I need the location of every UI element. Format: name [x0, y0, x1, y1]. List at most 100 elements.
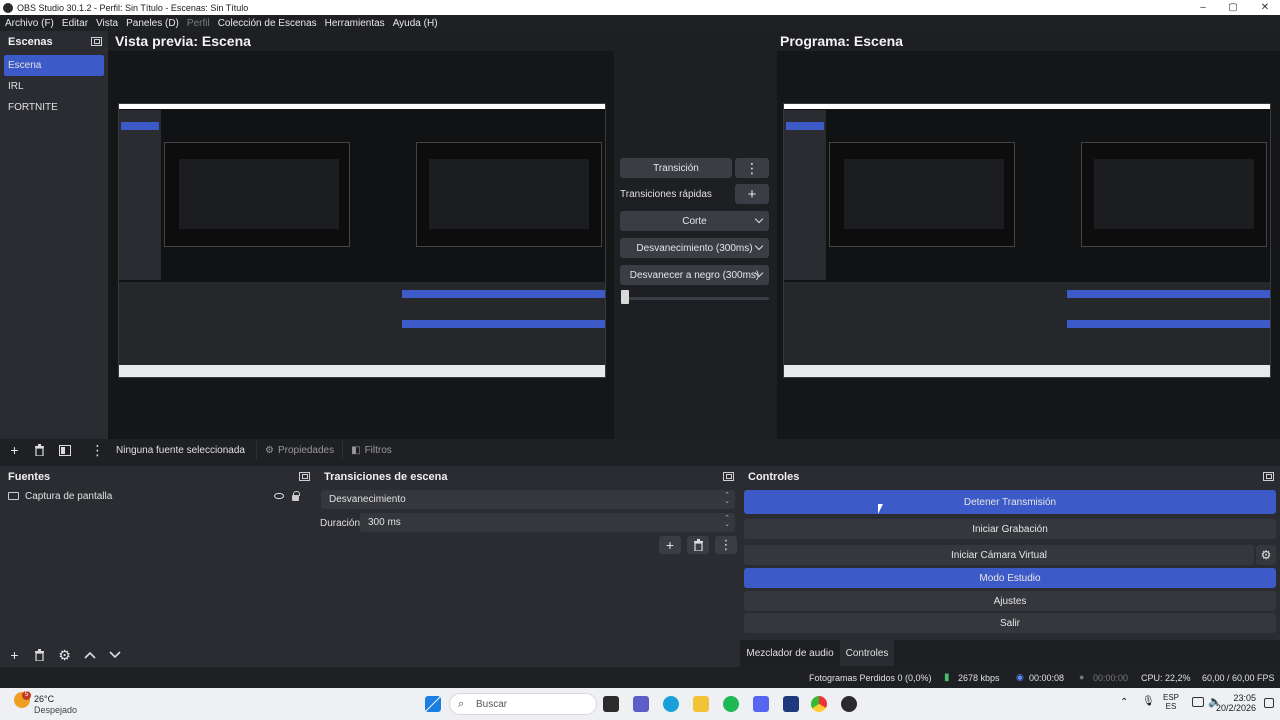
quick-transition-fade-black[interactable]: Desvanecer a negro (300ms) — [620, 265, 769, 285]
more-options-icon[interactable]: ⋮ — [91, 443, 105, 457]
mini-scene-selected — [121, 122, 159, 130]
spotify-icon[interactable] — [723, 696, 739, 712]
program-display — [777, 51, 1280, 439]
task-view-icon[interactable] — [603, 696, 619, 712]
menu-view[interactable]: Vista — [96, 18, 118, 29]
tab-audio-mixer[interactable]: Mezclador de audio — [745, 640, 835, 666]
chrome-icon[interactable] — [811, 696, 827, 712]
trash-icon[interactable] — [687, 536, 709, 554]
mini-titlebar — [119, 104, 605, 109]
preview-display[interactable] — [108, 51, 614, 439]
clock-time: 23:05 — [1233, 693, 1256, 703]
mini-nested-b — [1094, 159, 1254, 229]
fps: 60,00 / 60,00 FPS — [1202, 673, 1275, 683]
close-button[interactable]: ✕ — [1250, 0, 1280, 15]
mini-scenes — [784, 110, 826, 280]
network-icon[interactable] — [1192, 697, 1204, 707]
stop-stream-button[interactable]: Detener Transmisión — [744, 490, 1276, 514]
undock-icon[interactable] — [91, 37, 102, 46]
quick-transition-fade[interactable]: Desvanecimiento (300ms) — [620, 238, 769, 258]
language-indicator[interactable]: ESP ES — [1163, 693, 1179, 711]
scene-filters-icon[interactable] — [58, 444, 71, 457]
menu-profile[interactable]: Perfil — [187, 18, 210, 29]
stream-icon: ◉ — [1016, 672, 1024, 682]
trash-icon[interactable] — [33, 444, 46, 457]
eye-icon[interactable] — [274, 493, 284, 499]
settings-button[interactable]: Ajustes — [744, 591, 1276, 611]
tab-controls[interactable]: Controles — [840, 640, 894, 666]
program-capture — [783, 103, 1271, 378]
scene-transitions-dock: Transiciones de escena Desvanecimiento ⌃… — [316, 466, 740, 667]
chevron-up-icon[interactable] — [83, 648, 96, 661]
transition-select[interactable]: Desvanecimiento ⌃ ⌄ — [321, 490, 735, 509]
weather-badge: 5 — [22, 691, 31, 700]
studio-mode-button[interactable]: Modo Estudio — [744, 568, 1276, 588]
file-explorer-icon[interactable] — [693, 696, 709, 712]
lock-icon[interactable] — [292, 491, 300, 501]
scene-item-escena[interactable]: Escena — [4, 55, 104, 76]
maximize-button[interactable]: ▢ — [1218, 0, 1248, 15]
mini-scene-selected — [786, 122, 824, 130]
quick-transition-label: Desvanecimiento (300ms) — [636, 242, 753, 254]
tray-chevron-icon[interactable]: ⌃ — [1120, 697, 1128, 708]
add-source-icon[interactable]: + — [8, 648, 21, 662]
windows-taskbar: 5 26°C Despejado ⌕ Buscar ⌃ 🎙 ESP ES 🔈 2… — [0, 688, 1280, 720]
scene-transitions-header: Transiciones de escena — [316, 466, 740, 487]
chevron-down-icon — [754, 241, 764, 251]
tbar-handle[interactable] — [621, 290, 629, 304]
add-scene-icon[interactable]: + — [8, 443, 21, 457]
undock-icon[interactable] — [723, 472, 734, 481]
menu-bar: Archivo (F) Editar Vista Paneles (D) Per… — [0, 15, 1280, 31]
quick-transitions-label: Transiciones rápidas — [620, 189, 712, 200]
exit-button[interactable]: Salir — [744, 613, 1276, 633]
virtual-camera-button[interactable]: Iniciar Cámara Virtual — [744, 545, 1254, 565]
gear-icon[interactable]: ⚙ — [58, 648, 71, 662]
clock[interactable]: 23:05 20/2/2026 — [1216, 693, 1256, 713]
menu-edit[interactable]: Editar — [62, 18, 88, 29]
status-bar: Fotogramas Perdidos 0 (0,0%) ▮ 2678 kbps… — [0, 667, 1280, 688]
scenes-title: Escenas — [8, 35, 53, 48]
menu-file[interactable]: Archivo (F) — [5, 18, 54, 29]
edge-icon[interactable] — [663, 696, 679, 712]
filters-label: Filtros — [364, 444, 392, 456]
stepper-arrows-icon[interactable]: ⌃ ⌄ — [724, 515, 730, 528]
menu-docks[interactable]: Paneles (D) — [126, 18, 179, 29]
program-title: Programa: Escena — [780, 33, 903, 49]
scenes-header: Escenas — [0, 31, 108, 52]
chevron-down-icon[interactable] — [108, 648, 121, 661]
transition-more-icon[interactable]: ⋮ — [735, 158, 769, 178]
menu-tools[interactable]: Herramientas — [325, 18, 385, 29]
duration-stepper[interactable]: 300 ms ⌃ ⌄ — [360, 513, 735, 532]
more-options-icon[interactable]: ⋮ — [715, 536, 737, 554]
obs-taskbar-icon[interactable] — [841, 696, 857, 712]
teams-icon[interactable] — [633, 696, 649, 712]
scene-item-irl[interactable]: IRL — [4, 76, 104, 97]
add-transition-icon[interactable]: + — [659, 536, 681, 554]
start-recording-button[interactable]: Iniciar Grabación — [744, 519, 1276, 539]
menu-scene-collection[interactable]: Colección de Escenas — [218, 18, 317, 29]
minimize-button[interactable]: – — [1188, 0, 1218, 15]
add-quick-transition-icon[interactable]: + — [735, 184, 769, 204]
properties-button[interactable]: ⚙ Propiedades — [256, 441, 342, 459]
transition-button[interactable]: Transición — [620, 158, 732, 178]
windows-start-icon[interactable] — [425, 696, 441, 712]
tbar-track[interactable] — [622, 297, 769, 300]
weather-desc: Despejado — [34, 705, 78, 715]
app-icon[interactable] — [783, 696, 799, 712]
undock-icon[interactable] — [1263, 472, 1274, 481]
mini-btn-a — [1067, 290, 1270, 298]
microphone-icon[interactable]: 🎙 — [1142, 696, 1155, 707]
discord-icon[interactable] — [753, 696, 769, 712]
virtual-camera-settings-icon[interactable]: ⚙ — [1256, 545, 1276, 565]
menu-help[interactable]: Ayuda (H) — [393, 18, 438, 29]
notification-icon[interactable] — [1264, 698, 1274, 708]
sources-header: Fuentes — [0, 466, 316, 487]
preview-title: Vista previa: Escena — [115, 33, 251, 49]
undock-icon[interactable] — [299, 472, 310, 481]
quick-transition-cut[interactable]: Corte — [620, 211, 769, 231]
scene-item-fortnite[interactable]: FORTNITE — [4, 97, 104, 118]
filters-button[interactable]: ◧ Filtros — [342, 441, 400, 459]
taskbar-search[interactable]: ⌕ Buscar — [449, 693, 597, 715]
source-item[interactable]: Captura de pantalla — [0, 487, 316, 505]
trash-icon[interactable] — [33, 648, 46, 661]
